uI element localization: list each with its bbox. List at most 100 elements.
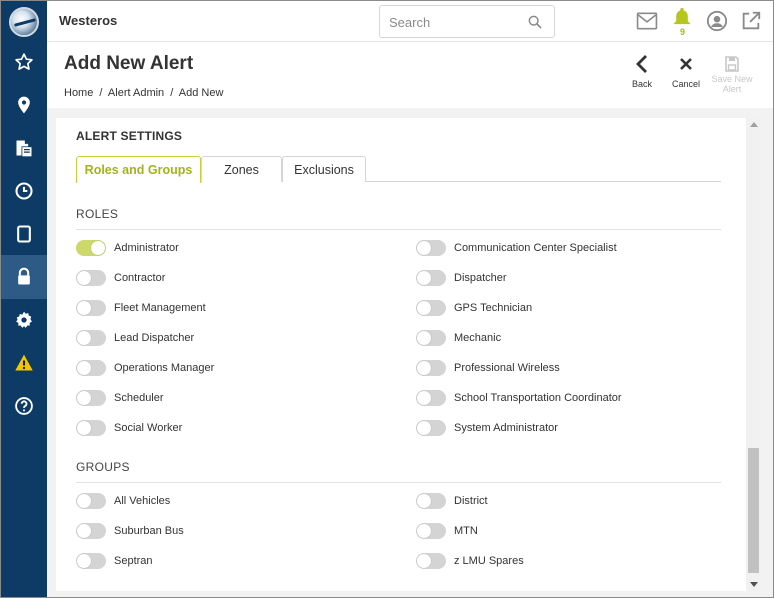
toggle-switch[interactable]: [416, 300, 446, 316]
tab-zones[interactable]: Zones: [201, 156, 282, 182]
search-icon[interactable]: [527, 14, 543, 30]
scroll-down-arrow[interactable]: [750, 582, 758, 587]
sidebar-item-map[interactable]: [1, 83, 47, 127]
toggle-label: School Transportation Coordinator: [454, 392, 622, 404]
tablet-icon: [17, 225, 31, 243]
toggle-label: GPS Technician: [454, 302, 533, 314]
sidebar-item-settings[interactable]: [1, 298, 47, 342]
roles-heading: ROLES: [76, 207, 119, 221]
vertical-scrollbar[interactable]: [746, 118, 761, 591]
toggle-knob: [77, 391, 91, 405]
toggle-label: Lead Dispatcher: [114, 332, 195, 344]
app-logo[interactable]: [9, 7, 39, 37]
sidebar-item-documents[interactable]: [1, 126, 47, 170]
toggle-switch[interactable]: [416, 270, 446, 286]
toggle-switch[interactable]: [416, 493, 446, 509]
role-toggle-row[interactable]: MTN: [416, 522, 478, 540]
toggle-switch[interactable]: [416, 523, 446, 539]
toggle-switch[interactable]: [416, 330, 446, 346]
role-toggle-row[interactable]: Fleet Management: [76, 299, 206, 317]
toggle-switch[interactable]: [76, 523, 106, 539]
toggle-switch[interactable]: [76, 330, 106, 346]
scroll-up-arrow[interactable]: [750, 122, 758, 127]
toggle-switch[interactable]: [76, 270, 106, 286]
envelope-icon: [636, 12, 658, 30]
role-toggle-row[interactable]: z LMU Spares: [416, 552, 524, 570]
sidebar-item-security[interactable]: [1, 255, 47, 299]
toggle-knob: [417, 241, 431, 255]
toggle-switch[interactable]: [76, 553, 106, 569]
search-box[interactable]: [379, 5, 555, 38]
toggle-label: Social Worker: [114, 422, 183, 434]
toggle-switch[interactable]: [76, 493, 106, 509]
account-button[interactable]: [706, 10, 728, 32]
close-icon: [680, 58, 692, 70]
app-window: Westeros 9 Add New Alert Home / Alert Ad…: [0, 0, 774, 598]
role-toggle-row[interactable]: Suburban Bus: [76, 522, 184, 540]
toggle-knob: [417, 554, 431, 568]
role-toggle-row[interactable]: Dispatcher: [416, 269, 507, 287]
lock-icon: [18, 267, 30, 285]
toggle-label: Scheduler: [114, 392, 164, 404]
role-toggle-row[interactable]: Communication Center Specialist: [416, 239, 617, 257]
external-link-button[interactable]: [740, 10, 762, 32]
role-toggle-row[interactable]: Contractor: [76, 269, 165, 287]
toggle-knob: [77, 271, 91, 285]
messages-button[interactable]: [636, 10, 658, 32]
role-toggle-row[interactable]: Lead Dispatcher: [76, 329, 194, 347]
role-toggle-row[interactable]: Septran: [76, 552, 153, 570]
user-avatar-icon: [706, 10, 728, 32]
toggle-switch[interactable]: [76, 390, 106, 406]
breadcrumb-alert-admin[interactable]: Alert Admin: [108, 87, 164, 99]
role-toggle-row[interactable]: School Transportation Coordinator: [416, 389, 622, 407]
tab-roles-and-groups[interactable]: Roles and Groups: [76, 156, 201, 183]
role-toggle-row[interactable]: GPS Technician: [416, 299, 532, 317]
sidebar-item-history[interactable]: [1, 169, 47, 213]
toggle-knob: [91, 241, 105, 255]
toggle-switch[interactable]: [416, 240, 446, 256]
page-header: Add New Alert Home / Alert Admin / Add N…: [47, 42, 773, 108]
role-toggle-row[interactable]: Scheduler: [76, 389, 164, 407]
role-toggle-row[interactable]: Administrator: [76, 239, 179, 257]
toggle-switch[interactable]: [76, 420, 106, 436]
role-toggle-row[interactable]: All Vehicles: [76, 492, 170, 510]
back-button[interactable]: Back: [619, 54, 665, 89]
toggle-switch[interactable]: [416, 553, 446, 569]
sidebar-item-alerts[interactable]: [1, 341, 47, 385]
toggle-knob: [417, 391, 431, 405]
groups-divider: [76, 482, 721, 483]
toggle-switch[interactable]: [76, 240, 106, 256]
cancel-button[interactable]: Cancel: [663, 54, 709, 89]
role-toggle-row[interactable]: Professional Wireless: [416, 359, 560, 377]
toggle-switch[interactable]: [416, 360, 446, 376]
role-toggle-row[interactable]: System Administrator: [416, 419, 558, 437]
toggle-label: Fleet Management: [114, 302, 206, 314]
sidebar-item-help[interactable]: [1, 384, 47, 428]
toggle-label: Administrator: [114, 242, 179, 254]
toggle-switch[interactable]: [76, 300, 106, 316]
chevron-left-icon: [636, 55, 647, 73]
save-button[interactable]: Save New Alert: [709, 54, 755, 94]
warning-icon: [15, 354, 33, 371]
notifications-button[interactable]: [671, 6, 693, 28]
toggle-knob: [417, 361, 431, 375]
search-input[interactable]: [389, 14, 519, 30]
breadcrumb-home[interactable]: Home: [64, 87, 93, 99]
role-toggle-row[interactable]: Operations Manager: [76, 359, 214, 377]
toggle-knob: [77, 494, 91, 508]
role-toggle-row[interactable]: Social Worker: [76, 419, 182, 437]
map-pin-icon: [18, 96, 30, 114]
toggle-switch[interactable]: [416, 390, 446, 406]
toggle-label: Operations Manager: [114, 362, 215, 374]
scroll-thumb[interactable]: [748, 448, 759, 573]
save-label: Save New: [711, 74, 753, 84]
sidebar-item-favorites[interactable]: [1, 40, 47, 84]
tab-exclusions[interactable]: Exclusions: [282, 156, 366, 182]
toggle-label: Professional Wireless: [454, 362, 560, 374]
role-toggle-row[interactable]: Mechanic: [416, 329, 501, 347]
toggle-switch[interactable]: [76, 360, 106, 376]
settings-tabs: Roles and Groups Zones Exclusions: [76, 156, 721, 183]
role-toggle-row[interactable]: District: [416, 492, 488, 510]
toggle-switch[interactable]: [416, 420, 446, 436]
sidebar-item-devices[interactable]: [1, 212, 47, 256]
